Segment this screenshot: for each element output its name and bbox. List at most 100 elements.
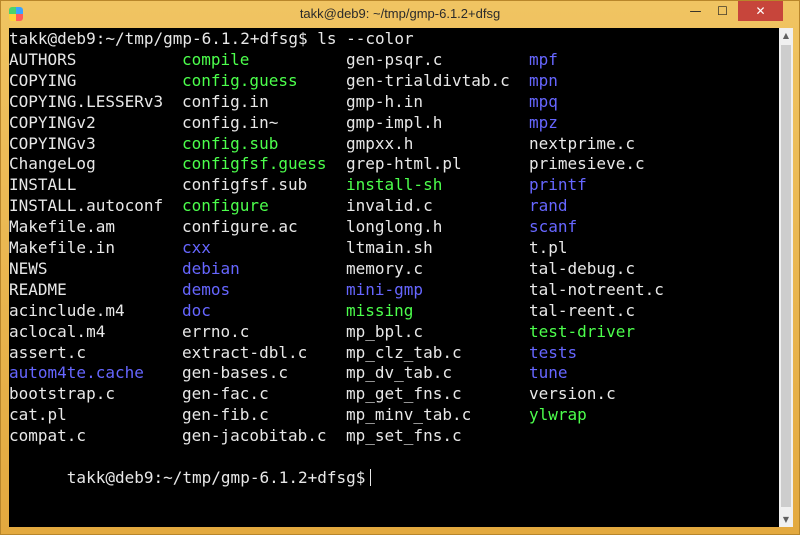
directory-entry: mini-gmp xyxy=(346,279,424,299)
minimize-icon: — xyxy=(689,4,702,18)
listing-row: NEWS debian memory.c tal-debug.c xyxy=(9,258,779,279)
directory-entry: mpf xyxy=(529,49,558,69)
file-entry: gmp-h.in xyxy=(346,91,424,111)
executable-entry: configure xyxy=(182,196,269,216)
file-entry: extract-dbl.c xyxy=(182,342,308,362)
directory-entry: mpz xyxy=(529,112,558,132)
executable-entry: config.guess xyxy=(182,70,298,90)
listing-row: COPYING config.guess gen-trialdivtab.c mpn xyxy=(9,70,779,91)
close-icon: ✕ xyxy=(755,4,766,18)
directory-entry: cxx xyxy=(182,238,211,257)
listing-row: acinclude.m4 doc missing tal-reent.c xyxy=(9,300,779,321)
directory-entry: doc xyxy=(182,300,211,320)
file-entry: Makefile.am xyxy=(9,217,115,237)
listing-row: autom4te.cache gen-bases.c mp_dv_tab.c tune xyxy=(9,362,779,383)
file-entry: bootstrap.c xyxy=(9,384,115,404)
listing-row: AUTHORS compile gen-psqr.c mpf xyxy=(9,49,779,70)
vertical-scrollbar[interactable]: ▲ ▼ xyxy=(779,28,793,527)
scroll-up-arrow-icon[interactable]: ▲ xyxy=(779,28,793,43)
directory-entry: tune xyxy=(529,363,568,383)
file-entry: tal-notreent.c xyxy=(529,279,664,299)
file-entry: config.in xyxy=(182,91,269,111)
file-entry: gmp-impl.h xyxy=(346,112,443,132)
listing-row: bootstrap.c gen-fac.c mp_get_fns.c version.… xyxy=(9,383,779,404)
file-entry: AUTHORS xyxy=(9,49,77,69)
file-entry: configfsf.sub xyxy=(182,175,308,195)
file-entry: mp_set_fns.c xyxy=(346,426,462,446)
listing-row: README demos mini-gmp tal-notreent.c xyxy=(9,279,779,300)
file-entry: grep-html.pl xyxy=(346,154,462,174)
current-prompt-line[interactable]: takk@deb9:~/tmp/gmp-6.1.2+dfsg$ xyxy=(9,446,779,487)
listing-row: assert.c extract-dbl.c mp_clz_tab.c tests xyxy=(9,342,779,363)
file-entry: Makefile.in xyxy=(9,238,115,257)
file-entry: COPYING xyxy=(9,70,77,90)
directory-entry: scanf xyxy=(529,217,578,237)
minimize-button[interactable]: — xyxy=(682,1,709,21)
listing-row: Makefile.in cxx ltmain.sh t.pl xyxy=(9,237,779,258)
file-entry: mp_get_fns.c xyxy=(346,384,462,404)
file-entry: gen-psqr.c xyxy=(346,49,443,69)
file-entry: memory.c xyxy=(346,258,424,278)
executable-entry: missing xyxy=(346,300,414,320)
file-entry: assert.c xyxy=(9,342,87,362)
listing-row: COPYING.LESSERv3 config.in gmp-h.in mpq xyxy=(9,91,779,112)
file-entry: tal-debug.c xyxy=(529,258,635,278)
listing-row: COPYINGv3 config.sub gmpxx.h nextprime.c xyxy=(9,133,779,154)
file-entry: mp_clz_tab.c xyxy=(346,342,462,362)
executable-entry: ylwrap xyxy=(529,405,587,425)
file-entry: compat.c xyxy=(9,426,87,446)
file-entry: acinclude.m4 xyxy=(9,300,125,320)
listing-row: cat.pl gen-fib.c mp_minv_tab.c ylwrap xyxy=(9,404,779,425)
executable-entry: config.sub xyxy=(182,133,279,153)
file-entry: cat.pl xyxy=(9,405,67,425)
file-entry: errno.c xyxy=(182,321,250,341)
file-entry: gmpxx.h xyxy=(346,133,414,153)
directory-entry: rand xyxy=(529,196,568,216)
prompt-text: takk@deb9:~/tmp/gmp-6.1.2+dfsg$ xyxy=(66,468,366,487)
file-entry: gen-fac.c xyxy=(182,384,269,404)
file-entry: longlong.h xyxy=(346,217,443,237)
file-entry: mp_minv_tab.c xyxy=(346,405,472,425)
file-entry: invalid.c xyxy=(346,196,433,216)
file-entry: aclocal.m4 xyxy=(9,321,106,341)
maximize-button[interactable]: ☐ xyxy=(709,1,736,21)
file-entry: gen-jacobitab.c xyxy=(182,426,327,446)
file-entry: COPYINGv3 xyxy=(9,133,96,153)
window-title: takk@deb9: ~/tmp/gmp-6.1.2+dfsg xyxy=(299,6,501,21)
scroll-down-arrow-icon[interactable]: ▼ xyxy=(779,512,793,527)
file-entry: configure.ac xyxy=(182,217,298,237)
file-entry: version.c xyxy=(529,384,616,404)
file-entry: ChangeLog xyxy=(9,154,96,174)
file-entry: NEWS xyxy=(9,258,48,278)
listing-row: INSTALL.autoconf configure invalid.c rand xyxy=(9,195,779,216)
directory-entry: tests xyxy=(529,342,578,362)
file-entry: INSTALL xyxy=(9,175,77,195)
file-entry: mp_dv_tab.c xyxy=(346,363,452,383)
file-entry: nextprime.c xyxy=(529,133,635,153)
close-button[interactable]: ✕ xyxy=(738,1,783,21)
text-cursor xyxy=(370,469,372,486)
file-entry: COPYINGv2 xyxy=(9,112,96,132)
directory-entry: autom4te.cache xyxy=(9,363,144,383)
scroll-thumb[interactable] xyxy=(781,45,791,507)
terminal-output[interactable]: takk@deb9:~/tmp/gmp-6.1.2+dfsg$ ls --col… xyxy=(9,28,779,527)
executable-entry: test-driver xyxy=(529,321,635,341)
file-entry: gen-trialdivtab.c xyxy=(346,70,510,90)
terminal-window: takk@deb9: ~/tmp/gmp-6.1.2+dfsg — ☐ ✕ ta… xyxy=(0,0,800,535)
title-bar[interactable]: takk@deb9: ~/tmp/gmp-6.1.2+dfsg — ☐ ✕ xyxy=(1,1,799,28)
directory-entry: mpq xyxy=(529,91,558,111)
executable-entry: configfsf.guess xyxy=(182,154,327,174)
file-entry: primesieve.c xyxy=(529,154,645,174)
listing-row: compat.c gen-jacobitab.c mp_set_fns.c xyxy=(9,425,779,446)
file-entry: ltmain.sh xyxy=(346,238,433,257)
listing-row: ChangeLog configfsf.guess grep-html.pl prim… xyxy=(9,153,779,174)
maximize-icon: ☐ xyxy=(717,4,728,18)
listing-row: COPYINGv2 config.in~ gmp-impl.h mpz xyxy=(9,112,779,133)
file-entry: COPYING.LESSERv3 xyxy=(9,91,164,111)
file-entry: mp_bpl.c xyxy=(346,321,424,341)
file-entry: config.in~ xyxy=(182,112,279,132)
file-entry: gen-fib.c xyxy=(182,405,269,425)
file-entry: INSTALL.autoconf xyxy=(9,196,164,216)
directory-entry: debian xyxy=(182,258,240,278)
listing-row: Makefile.am configure.ac longlong.h scanf xyxy=(9,216,779,237)
